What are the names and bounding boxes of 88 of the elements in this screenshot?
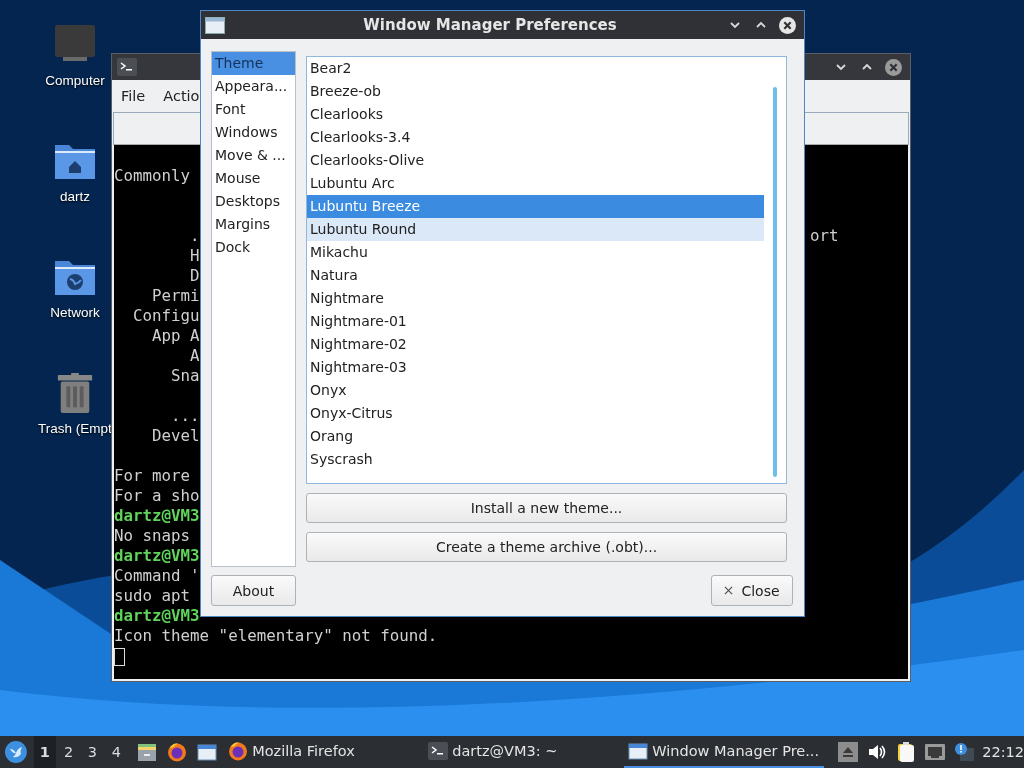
start-menu-icon[interactable] — [5, 741, 27, 763]
list-row[interactable]: Syscrash — [307, 448, 764, 471]
firefox-icon — [228, 741, 249, 761]
list-row[interactable]: Lubuntu Round — [307, 218, 764, 241]
terminal-text: H — [189, 246, 200, 265]
desktop-icon-label[interactable]: Network — [50, 305, 100, 320]
desktop-switcher[interactable]: 3 — [81, 736, 104, 768]
list-row[interactable]: Nightmare-02 — [307, 333, 764, 356]
category-item[interactable]: Theme — [212, 52, 295, 75]
minimize-button[interactable] — [729, 19, 741, 31]
terminal-text: Command ' — [114, 566, 200, 585]
list-row[interactable]: Nightmare-03 — [307, 356, 764, 379]
list-row[interactable]: Nightmare — [307, 287, 764, 310]
terminal-icon — [117, 57, 137, 77]
list-row[interactable]: Breeze-ob — [307, 80, 764, 103]
window-icon — [628, 741, 649, 761]
list-row[interactable]: Onyx — [307, 379, 764, 402]
close-icon — [724, 586, 734, 595]
category-item[interactable]: Font — [212, 98, 295, 121]
terminal-text: ... — [170, 406, 200, 425]
terminal-text: sudo apt — [114, 586, 191, 605]
close-button[interactable] — [885, 58, 902, 76]
minimize-button[interactable] — [835, 61, 847, 73]
list-row[interactable]: Clearlooks-3.4 — [307, 126, 764, 149]
list-row[interactable]: Onyx-Citrus — [307, 402, 764, 425]
terminal-text: . — [189, 226, 200, 245]
terminal-text: Permi — [151, 286, 200, 305]
menu-item[interactable]: Actio — [163, 88, 200, 104]
terminal-text: Icon theme "elementary" not found. — [114, 626, 438, 645]
terminal-icon — [428, 741, 449, 761]
file-cabinet-icon[interactable] — [137, 742, 158, 762]
terminal-text: D — [189, 266, 200, 285]
category-item[interactable]: Appeara... — [212, 75, 295, 98]
category-item[interactable]: Desktops — [212, 190, 295, 213]
terminal-prompt: dartz@VM3 — [114, 546, 200, 565]
desktop-icon-label[interactable]: Trash (Empt — [38, 421, 112, 436]
list-row[interactable]: Natura — [307, 264, 764, 287]
eject-icon[interactable] — [838, 742, 859, 762]
network-icon[interactable] — [925, 742, 946, 762]
list-row[interactable]: Orang — [307, 425, 764, 448]
terminal-text: Devel — [151, 426, 200, 445]
terminal-text: Configu — [132, 306, 200, 325]
scrollbar-thumb[interactable] — [773, 87, 777, 477]
list-row[interactable]: Mikachu — [307, 241, 764, 264]
window-icon — [205, 16, 225, 34]
desktop-switcher[interactable]: 2 — [57, 736, 80, 768]
list-row[interactable]: Nightmare-01 — [307, 310, 764, 333]
about-button[interactable]: About — [211, 575, 296, 606]
desktop-icon-label[interactable]: dartz — [60, 189, 90, 204]
terminal-text: A — [189, 346, 200, 365]
terminal-text: ort — [810, 226, 839, 246]
close-button[interactable] — [779, 16, 796, 34]
clipboard-icon[interactable] — [896, 742, 917, 762]
action-button[interactable]: Install a new theme... — [306, 493, 787, 523]
list-row[interactable]: Lubuntu Arc — [307, 172, 764, 195]
list-row[interactable]: Clearlooks — [307, 103, 764, 126]
terminal-text: Sna — [170, 366, 200, 385]
task-button[interactable]: Mozilla Firefox — [224, 736, 425, 768]
category-item[interactable]: Margins — [212, 213, 295, 236]
clock[interactable]: 22:12 — [982, 744, 1024, 760]
notification-icon[interactable] — [954, 742, 975, 762]
terminal-prompt: dartz@VM3 — [114, 606, 200, 625]
terminal-text: No snaps — [114, 526, 191, 545]
list-row[interactable]: Bear2 — [307, 57, 764, 80]
close-button[interactable]: Close — [711, 575, 793, 606]
terminal-text: For a sho — [114, 486, 200, 505]
terminal-text: Commonly — [114, 166, 191, 185]
task-button[interactable]: dartz@VM3: ~ — [424, 736, 625, 768]
window-title: Window Manager Preferences — [362, 16, 618, 34]
action-button[interactable]: Create a theme archive (.obt)... — [306, 532, 787, 562]
trash-icon — [55, 373, 95, 413]
category-item[interactable]: Move & ... — [212, 144, 295, 167]
firefox-launcher-icon — [167, 742, 188, 762]
list-row[interactable]: Clearlooks-Olive — [307, 149, 764, 172]
terminal-cursor — [114, 648, 125, 666]
menu-item[interactable]: File — [121, 88, 146, 104]
desktop-switcher[interactable]: 1 — [33, 736, 56, 768]
desktop-icon-label[interactable]: Computer — [45, 73, 105, 88]
terminal-text: App A — [151, 326, 200, 345]
task-button[interactable]: Window Manager Pre... — [624, 736, 825, 768]
terminal-text: For more — [114, 466, 191, 485]
terminal-prompt: dartz@VM3 — [114, 506, 200, 525]
window-launcher-icon — [197, 742, 218, 762]
category-item[interactable]: Windows — [212, 121, 295, 144]
category-item[interactable]: Dock — [212, 236, 295, 259]
volume-icon[interactable] — [867, 742, 888, 762]
desktop-switcher[interactable]: 4 — [105, 736, 128, 768]
category-item[interactable]: Mouse — [212, 167, 295, 190]
